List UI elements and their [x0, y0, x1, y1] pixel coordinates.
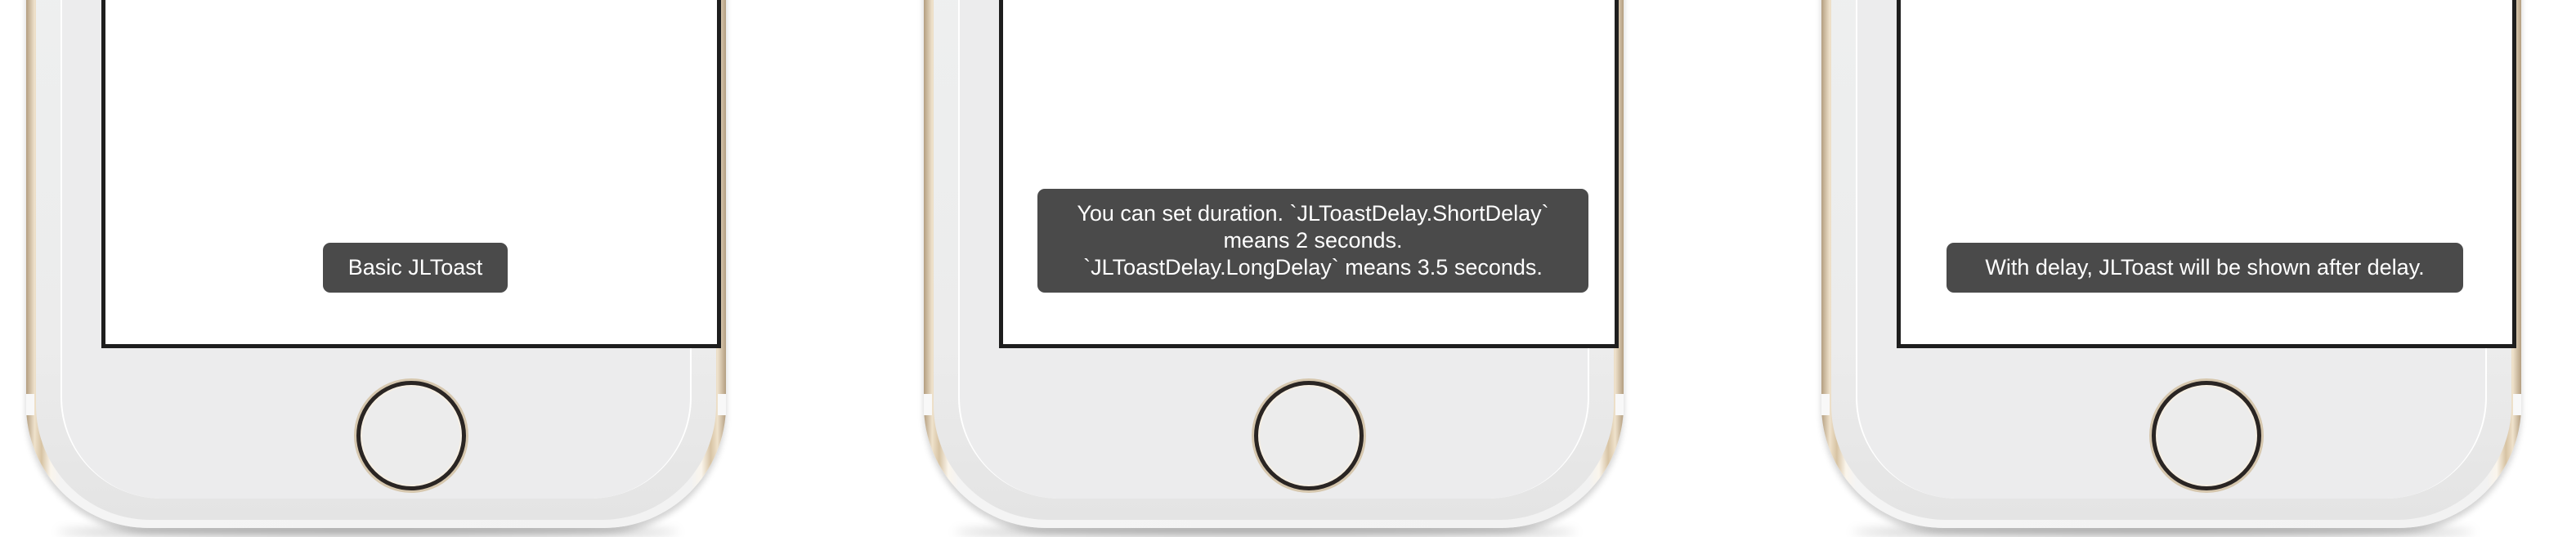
antenna-band: [924, 394, 932, 415]
device-face: You can set duration. `JLToastDelay.Shor…: [958, 0, 1619, 499]
device-face: With delay, JLToast will be shown after …: [1856, 0, 2516, 499]
device-body: Basic JLToast: [36, 0, 721, 520]
antenna-band: [2513, 394, 2521, 415]
phone-screen: You can set duration. `JLToastDelay.Shor…: [999, 0, 1619, 348]
device-shadow: [955, 527, 1576, 537]
iphone-device-basic: Basic JLToast: [26, 0, 726, 528]
home-button-icon[interactable]: [1254, 381, 1364, 490]
iphone-device-delay: With delay, JLToast will be shown after …: [1821, 0, 2521, 528]
phone-screen: Basic JLToast: [101, 0, 721, 348]
iphone-device-duration: You can set duration. `JLToastDelay.Shor…: [924, 0, 1624, 528]
device-shadow: [1852, 527, 2474, 537]
device-shadow: [57, 527, 679, 537]
antenna-band: [1821, 394, 1830, 415]
home-button-icon[interactable]: [356, 381, 466, 490]
phone-screen: With delay, JLToast will be shown after …: [1897, 0, 2516, 348]
toast-delay: With delay, JLToast will be shown after …: [1947, 243, 2463, 293]
device-face: Basic JLToast: [60, 0, 721, 499]
antenna-band: [1615, 394, 1624, 415]
device-body: With delay, JLToast will be shown after …: [1831, 0, 2516, 520]
home-button-icon[interactable]: [2152, 381, 2261, 490]
toast-duration: You can set duration. `JLToastDelay.Shor…: [1037, 189, 1588, 293]
toast-basic: Basic JLToast: [323, 243, 508, 293]
device-body: You can set duration. `JLToastDelay.Shor…: [934, 0, 1619, 520]
antenna-band: [718, 394, 726, 415]
antenna-band: [26, 394, 34, 415]
